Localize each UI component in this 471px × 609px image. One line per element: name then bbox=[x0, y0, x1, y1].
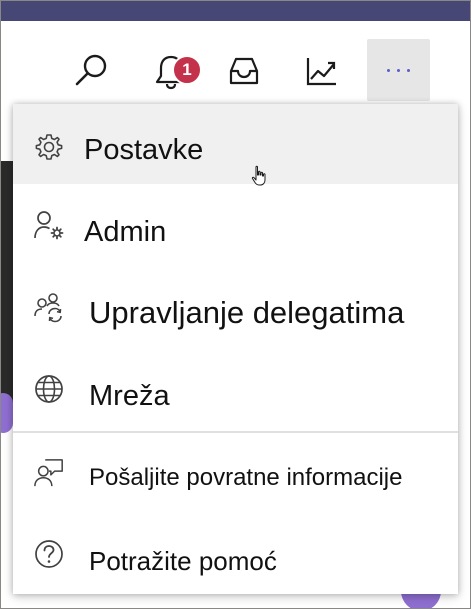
menu-item-label: Potražite pomoć bbox=[89, 546, 277, 576]
person-feedback-icon bbox=[33, 457, 65, 489]
menu-item-label: Admin bbox=[84, 216, 167, 248]
background-dark-bar bbox=[1, 161, 13, 411]
question-circle-icon bbox=[33, 538, 65, 570]
menu-item-get-help[interactable]: Potražite pomoć bbox=[13, 516, 458, 596]
background-avatar-left bbox=[1, 393, 13, 433]
toolbar: 1 bbox=[1, 21, 470, 105]
more-options-menu: Postavke Admin Upravljanje delegatima Mr… bbox=[13, 104, 458, 594]
analytics-button[interactable] bbox=[290, 39, 354, 103]
menu-item-settings[interactable]: Postavke bbox=[13, 104, 458, 184]
menu-item-label: Mreža bbox=[89, 380, 170, 412]
person-gear-icon bbox=[33, 209, 65, 241]
menu-item-manage-delegates[interactable]: Upravljanje delegatima bbox=[13, 272, 458, 352]
menu-item-label: Pošaljite povratne informacije bbox=[89, 464, 403, 491]
search-button[interactable] bbox=[59, 39, 123, 103]
inbox-icon bbox=[229, 57, 259, 85]
menu-item-network[interactable]: Mreža bbox=[13, 352, 458, 432]
gear-icon bbox=[33, 131, 65, 163]
people-sync-icon bbox=[33, 292, 65, 324]
menu-item-send-feedback[interactable]: Pošaljite povratne informacije bbox=[13, 434, 458, 514]
hand-cursor-icon bbox=[251, 165, 266, 186]
inbox-button[interactable] bbox=[212, 39, 276, 103]
notification-badge: 1 bbox=[172, 55, 202, 85]
globe-icon bbox=[33, 373, 65, 405]
menu-item-admin[interactable]: Admin bbox=[13, 192, 458, 272]
trend-chart-icon bbox=[306, 58, 336, 86]
more-options-button[interactable] bbox=[367, 39, 430, 101]
more-dots-icon bbox=[387, 68, 410, 72]
search-icon bbox=[75, 54, 107, 86]
top-accent-bar bbox=[1, 1, 470, 21]
menu-item-label: Postavke bbox=[84, 134, 204, 166]
menu-item-label: Upravljanje delegatima bbox=[89, 295, 405, 330]
menu-divider bbox=[13, 431, 458, 433]
app-window: 1 Postavke Admin Upravljanje delegatima … bbox=[0, 0, 471, 609]
